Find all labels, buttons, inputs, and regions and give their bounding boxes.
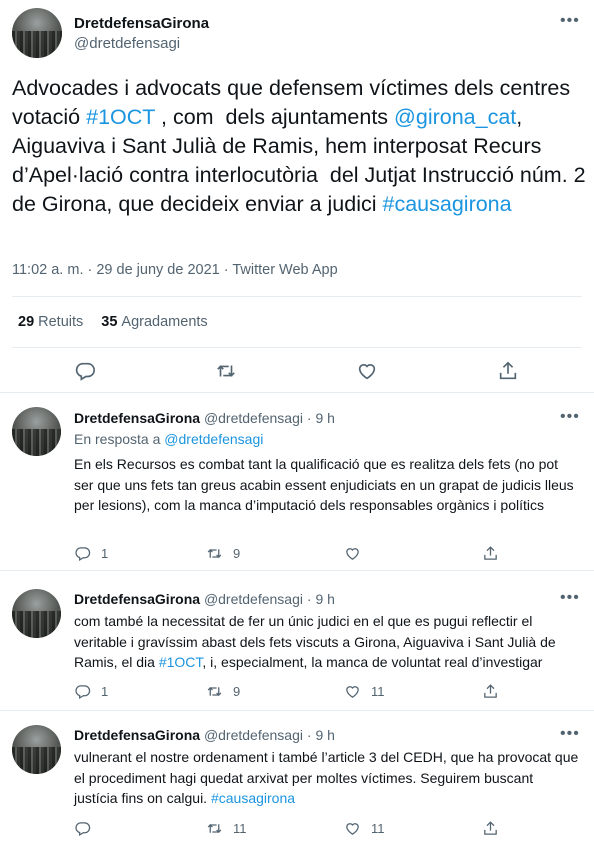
tweet-text: Advocades i advocats que defensem víctim… — [12, 74, 587, 219]
like-count: 11 — [371, 683, 385, 699]
tweet-text: vulnerant el nostre ordenament i també l… — [74, 747, 579, 809]
like-action[interactable]: 11 — [344, 682, 385, 700]
avatar[interactable] — [12, 725, 61, 774]
display-name[interactable]: DretdefensaGirona — [74, 410, 200, 426]
divider — [12, 296, 582, 297]
text-segment: En els Recursos es combat tant la qualif… — [74, 456, 574, 513]
retweet-count: 9 — [233, 683, 241, 699]
like-action[interactable]: 11 — [344, 819, 385, 837]
reply-count: 1 — [101, 545, 109, 561]
like-icon — [346, 822, 359, 835]
reply-tweet: DretdefensaGirona @dretdefensagi · 9 h •… — [0, 711, 594, 847]
tweet-actions: 11 11 — [74, 819, 514, 839]
like-action[interactable] — [344, 544, 371, 562]
display-name[interactable]: DretdefensaGirona — [74, 591, 200, 607]
share-icon[interactable] — [497, 360, 519, 382]
retweet-icon[interactable] — [215, 360, 237, 382]
text-segment: , i, especialment, la manca de voluntat … — [202, 654, 543, 670]
reply-action[interactable]: 1 — [74, 682, 108, 700]
share-icon — [484, 545, 497, 560]
handle[interactable]: @dretdefensagi — [204, 410, 303, 426]
text-segment: , com dels ajuntaments — [155, 105, 395, 129]
like-icon[interactable] — [356, 360, 378, 382]
text-segment: vulnerant el nostre ordenament i també l… — [74, 749, 579, 806]
more-options-icon[interactable]: ••• — [560, 725, 580, 743]
handle[interactable]: @dretdefensagi — [74, 35, 180, 52]
like-icon — [346, 685, 359, 698]
main-tweet: DretdefensaGirona @dretdefensagi ••• Adv… — [0, 0, 594, 393]
reply-tweet: DretdefensaGirona @dretdefensagi · 9 h •… — [0, 393, 594, 571]
share-action[interactable] — [482, 682, 499, 700]
more-options-icon[interactable]: ••• — [560, 408, 580, 426]
hashtag-link[interactable]: #causagirona — [383, 192, 512, 216]
reply-action[interactable] — [74, 819, 101, 837]
tweet-actions: 1 9 11 — [74, 682, 514, 702]
tweet-stats: 29 Retuits 35 Agradaments — [18, 314, 208, 330]
reply-header: DretdefensaGirona @dretdefensagi · 9 h — [74, 410, 335, 426]
retweets-stat[interactable]: 29 Retuits — [18, 314, 83, 330]
like-icon — [346, 547, 359, 560]
retweet-count: 11 — [233, 820, 247, 836]
display-name[interactable]: DretdefensaGirona — [74, 15, 209, 32]
in-reply-handle-link[interactable]: @dretdefensagi — [164, 431, 263, 447]
retweet-count: 9 — [233, 545, 241, 561]
hashtag-link[interactable]: #1OCT — [159, 654, 203, 670]
handle[interactable]: @dretdefensagi — [204, 591, 303, 607]
tweet-time[interactable]: · 9 h — [307, 591, 335, 607]
tweet-timestamp[interactable]: 11:02 a. m. · 29 de juny de 2021 · Twitt… — [12, 262, 338, 278]
likes-stat[interactable]: 35 Agradaments — [101, 314, 207, 330]
tweet-time[interactable]: · 9 h — [307, 410, 335, 426]
reply-header: DretdefensaGirona @dretdefensagi · 9 h — [74, 727, 335, 743]
reply-tweet: DretdefensaGirona @dretdefensagi · 9 h •… — [0, 571, 594, 711]
reply-icon — [75, 821, 91, 836]
mention-link[interactable]: @girona_cat — [394, 105, 516, 129]
like-count: 11 — [371, 820, 385, 836]
tweet-text: En els Recursos es combat tant la qualif… — [74, 454, 579, 516]
share-action[interactable] — [482, 819, 499, 837]
tweet-actions — [0, 358, 594, 388]
avatar[interactable] — [12, 589, 61, 638]
tweet-actions: 1 9 — [74, 544, 514, 564]
hashtag-link[interactable]: #causagirona — [211, 790, 295, 806]
retweet-action[interactable]: 9 — [206, 544, 240, 562]
reply-icon — [75, 546, 91, 561]
reply-header: DretdefensaGirona @dretdefensagi · 9 h — [74, 591, 335, 607]
reply-icon[interactable] — [74, 360, 96, 382]
hashtag-link[interactable]: #1OCT — [86, 105, 155, 129]
reply-icon — [75, 684, 91, 699]
reply-action[interactable]: 1 — [74, 544, 108, 562]
divider — [12, 347, 582, 348]
retweet-action[interactable]: 9 — [206, 682, 240, 700]
reply-count: 1 — [101, 683, 109, 699]
retweet-action[interactable]: 11 — [206, 819, 247, 837]
retweet-icon — [207, 823, 222, 833]
tweet-time[interactable]: · 9 h — [307, 727, 335, 743]
handle[interactable]: @dretdefensagi — [204, 727, 303, 743]
tweet-text: com també la necessitat de fer un únic j… — [74, 611, 579, 673]
display-name[interactable]: DretdefensaGirona — [74, 727, 200, 743]
share-action[interactable] — [482, 544, 499, 562]
in-reply-to: En resposta a @dretdefensagi — [74, 431, 264, 447]
more-options-icon[interactable]: ••• — [560, 589, 580, 607]
more-options-icon[interactable]: ••• — [560, 12, 580, 30]
avatar[interactable] — [12, 8, 62, 58]
share-icon — [484, 820, 497, 835]
share-icon — [484, 683, 497, 698]
avatar[interactable] — [12, 407, 61, 456]
retweet-icon — [207, 548, 222, 558]
retweet-icon — [207, 686, 222, 696]
